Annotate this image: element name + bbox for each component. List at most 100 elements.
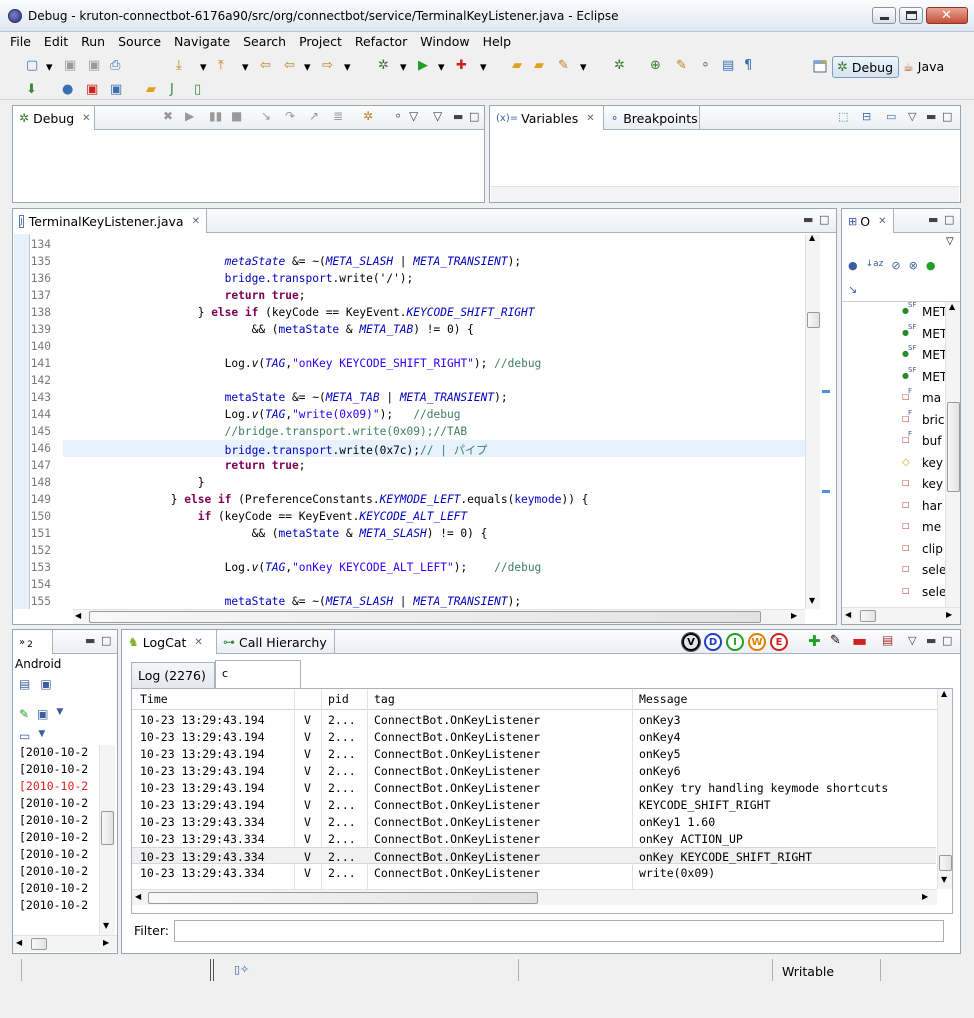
device-log-row[interactable]: [2010-10-2 [19, 813, 88, 827]
table-row[interactable]: 10-23 13:29:43.334 V 2... ConnectBot.OnKeyL… [132, 847, 936, 864]
link-editor-icon[interactable]: ↘ [848, 283, 857, 296]
sort-az-icon[interactable]: ↓az [866, 259, 884, 272]
outline-hscrollbar[interactable]: ◀ ▶ [842, 607, 960, 624]
view-menu-chevron-icon[interactable]: ▽ [946, 236, 954, 247]
menu-help[interactable]: Help [483, 34, 512, 49]
menu-file[interactable]: File [10, 34, 31, 49]
device-log-row[interactable]: [2010-10-2 [19, 830, 88, 844]
outline-item[interactable]: ●SFMETA [842, 302, 945, 322]
device-log-row[interactable]: [2010-10-2 [19, 762, 88, 776]
add-filter-icon[interactable]: ✚ [808, 632, 821, 650]
hide-local-types-icon[interactable]: ● [926, 259, 936, 272]
menu-window[interactable]: Window [420, 34, 469, 49]
scroll-right-arrow-icon[interactable]: ▶ [103, 938, 109, 947]
code-line[interactable]: metaState &= ~(META_SLASH | META_TRANSIE… [63, 595, 521, 608]
tab-breakpoints[interactable]: ⚬ Breakpoints [604, 106, 700, 130]
new-task-icon[interactable]: ▯✧ [234, 963, 249, 976]
outline-item[interactable]: ●SFMETA [842, 344, 945, 365]
terminate-icon[interactable]: ■ [231, 109, 242, 123]
close-tab-icon[interactable]: ✕ [878, 216, 886, 227]
code-line[interactable]: Log.v(TAG,"write(0x09)"); //debug [63, 408, 461, 421]
show-types-icon[interactable]: ⬚ [838, 110, 848, 123]
back-icon[interactable]: ⇦ [284, 58, 300, 74]
devices-vscrollbar[interactable]: ▼ [99, 745, 115, 935]
col-time[interactable]: Time [140, 692, 168, 706]
table-row[interactable]: 10-23 13:29:43.194 V 2... ConnectBot.OnKeyL… [132, 728, 936, 745]
new-project-icon[interactable]: ▰ [146, 82, 162, 98]
view-menu-chevron-icon[interactable]: ▽ [908, 110, 916, 123]
level-e-button[interactable]: E [770, 633, 788, 651]
edit-filter-icon[interactable]: ✎ [830, 633, 841, 648]
maximize-view-icon[interactable]: □ [819, 213, 829, 226]
globe-icon[interactable]: ● [62, 82, 78, 98]
outline-item[interactable]: ●SFMETA [842, 323, 945, 344]
outline-item[interactable]: ◇ key [842, 453, 945, 473]
open-folder-icon[interactable]: ▰ [512, 58, 528, 74]
scroll-right-arrow-icon[interactable]: ▶ [922, 892, 928, 901]
outline-item[interactable]: ●SFMETA [842, 366, 945, 387]
device-log-row[interactable]: [2010-10-2 [19, 847, 88, 861]
clear-log-icon[interactable]: ▤ [882, 633, 893, 647]
close-window-button[interactable]: ✕ [926, 7, 968, 24]
menu-project[interactable]: Project [299, 34, 342, 49]
step-return-icon[interactable]: ⤒ [218, 58, 234, 74]
outline-item[interactable]: □ har [842, 496, 945, 516]
code-line[interactable]: return true; [63, 459, 306, 472]
table-row[interactable]: 10-23 13:29:43.334 V 2... ConnectBot.OnKeyL… [132, 813, 936, 830]
toggle-mark-icon[interactable]: ✎ [676, 58, 692, 74]
suspend-icon[interactable]: ▮▮ [209, 109, 222, 123]
level-d-button[interactable]: D [704, 633, 722, 651]
hide-static-icon[interactable]: ⊘ [891, 259, 900, 272]
menu-run[interactable]: Run [81, 34, 105, 49]
logcat-hscroll-thumb[interactable] [148, 892, 538, 904]
avd-icon[interactable]: ▣ [110, 82, 126, 98]
tab-variables[interactable]: (x)= Variables ✕ [490, 106, 604, 130]
dropdown-chevron-icon[interactable]: ▾ [480, 60, 496, 76]
table-row[interactable]: 10-23 13:29:43.194 V 2... ConnectBot.OnKeyL… [132, 762, 936, 779]
code-area[interactable]: 134 135 metaState &= ~(META_SLASH | META_… [13, 234, 805, 609]
new-filter-icon[interactable]: ✎ [19, 707, 29, 721]
maximize-view-icon[interactable]: □ [469, 110, 479, 123]
remove-terminated-icon[interactable]: ✖ [163, 109, 173, 123]
search-tool-icon[interactable]: ✎ [558, 58, 574, 74]
dropdown-chevron-icon[interactable]: ▾ [46, 60, 62, 76]
outline-item[interactable]: □ key [842, 474, 945, 494]
view-menu-chevron-icon[interactable]: ▽ [908, 634, 916, 647]
code-line[interactable]: && (metaState & META_TAB) != 0) { [63, 323, 474, 336]
new-junit-icon[interactable]: J [170, 82, 186, 98]
close-tab-icon[interactable]: ✕ [82, 113, 90, 124]
tab-terminalkeylistener[interactable]: J TerminalKeyListener.java ✕ [13, 209, 207, 233]
logcat-hscrollbar[interactable]: ◀ ▶ [132, 889, 937, 905]
col-message[interactable]: Message [639, 692, 687, 706]
step-over-icon[interactable]: ↷ [285, 109, 295, 123]
maximize-view-icon[interactable]: □ [942, 110, 952, 123]
show-whitespace-icon[interactable]: ▤ [722, 58, 738, 74]
sdk-manager-icon[interactable]: ⬇ [26, 82, 42, 98]
overview-marker[interactable] [822, 490, 830, 493]
minimize-view-icon[interactable]: ▬ [453, 110, 463, 123]
device-log-row[interactable]: [2010-10-2 [19, 779, 88, 793]
outline-vscrollbar[interactable]: ▲ [945, 302, 960, 607]
view-menu-icon[interactable]: ▭ [886, 110, 896, 123]
collapse-all-icon[interactable]: ⊟ [862, 110, 871, 123]
close-tab-icon[interactable]: ✕ [586, 113, 594, 124]
run-icon[interactable]: ▶ [418, 58, 434, 74]
code-line[interactable]: } [63, 476, 205, 489]
hide-non-public-icon[interactable]: ⊗ [909, 259, 918, 272]
open-perspective-icon[interactable] [812, 58, 830, 76]
menu-navigate[interactable]: Navigate [174, 34, 230, 49]
dropdown-chevron-icon[interactable]: ▾ [438, 60, 454, 76]
outline-item[interactable]: □ sele [842, 560, 945, 580]
java-perspective-button[interactable]: ☕ Java [903, 59, 944, 74]
close-tab-icon[interactable]: ✕ [192, 216, 200, 227]
minimize-button[interactable] [872, 7, 896, 24]
level-i-button[interactable]: I [726, 633, 744, 651]
resume-icon[interactable]: ▶ [185, 109, 194, 123]
scroll-left-arrow-icon[interactable]: ◀ [135, 892, 141, 901]
dropdown-chevron-icon[interactable]: ▼ [56, 707, 63, 721]
code-line[interactable]: } else if (keyCode == KeyEvent.KEYCODE_S… [63, 306, 535, 319]
add-watch-icon[interactable]: ⊕ [650, 58, 666, 74]
subtab-log[interactable]: Log (2276) [131, 662, 215, 688]
scroll-down-arrow-icon[interactable]: ▼ [809, 596, 815, 605]
code-line[interactable]: bridge.transport.write(0x7c);// | パイプ [63, 442, 488, 458]
